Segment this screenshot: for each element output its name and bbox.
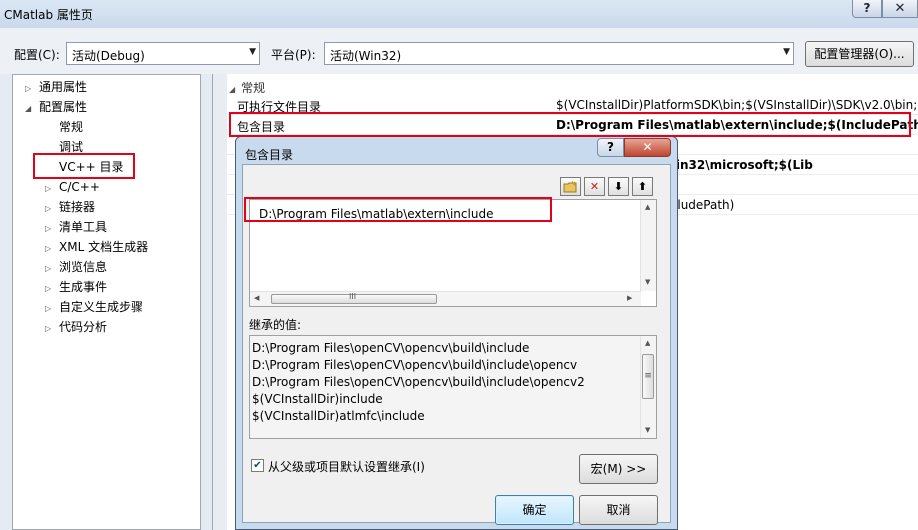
list-item: D:\Program Files\openCV\opencv\build\inc… (252, 341, 530, 355)
tree-item-label: VC++ 目录 (59, 160, 124, 174)
configuration-manager-button[interactable]: 配置管理器(O)... (805, 41, 914, 67)
inherit-checkbox-label[interactable]: 从父级或项目默认设置继承(I) (268, 458, 425, 475)
cancel-button[interactable]: 取消 (579, 495, 658, 525)
tree-item-label: C/C++ (59, 180, 100, 194)
ok-button[interactable]: 确定 (495, 495, 574, 525)
expand-arrow-icon[interactable]: ▷ (45, 220, 59, 238)
property-tree: ▷ 通用属性 ◢ 配置属性 常规 调试 VC++ 目录 ▷ C/C++ ▷ 链接器 ▷ 清… (12, 74, 201, 530)
help-button[interactable]: ? (852, 0, 882, 18)
scrollbar-grip-icon: ≡ (644, 371, 652, 381)
include-dirs-dialog: 包含目录 ? ✕ ✕ ⬇ ⬆ D:\Program Files\matlab\e… (235, 136, 678, 530)
list-item: D:\Program Files\openCV\opencv\build\inc… (252, 358, 578, 372)
dialog-title: 包含目录 (245, 148, 294, 162)
tree-item-label: 调试 (59, 140, 84, 154)
scrollbar-thumb[interactable]: ≡ (642, 354, 654, 399)
folder-new-icon (563, 180, 577, 193)
tree-item-configuration-properties[interactable]: ◢ 配置属性 (25, 98, 87, 118)
scroll-up-icon[interactable]: ▲ (645, 339, 650, 347)
expand-arrow-icon[interactable]: ▷ (25, 80, 39, 98)
edit-list-vertical-scrollbar[interactable]: ▲ ▼ (640, 200, 656, 291)
list-item: D:\Program Files\openCV\opencv\build\inc… (252, 375, 585, 389)
property-value: $(VCInstallDir)PlatformSDK\bin;$(VSInsta… (556, 98, 918, 112)
tree-item-custom-build-step[interactable]: ▷ 自定义生成步骤 (45, 298, 143, 318)
platform-select-value: 活动(Win32) (330, 49, 402, 63)
tree-item-general[interactable]: 常规 (59, 118, 83, 138)
scrollbar-grip-icon: III (349, 292, 357, 301)
tree-item-build-events[interactable]: ▷ 生成事件 (45, 278, 107, 298)
expand-arrow-icon[interactable]: ▷ (45, 260, 59, 278)
move-up-button[interactable]: ⬆ (632, 177, 653, 196)
tree-item-manifest-tool[interactable]: ▷ 清单工具 (45, 218, 107, 238)
tree-item-browse-info[interactable]: ▷ 浏览信息 (45, 258, 107, 278)
property-row-include-dirs[interactable]: 包含目录 D:\Program Files\matlab\extern\incl… (213, 115, 918, 135)
window-title: CMatlab 属性页 (4, 8, 93, 22)
expand-arrow-icon[interactable]: ▷ (45, 300, 59, 318)
chevron-down-icon: ▼ (249, 47, 256, 57)
tree-item-vc-directories[interactable]: VC++ 目录 (59, 158, 124, 178)
expand-arrow-icon[interactable]: ▷ (45, 280, 59, 298)
window-titlebar: CMatlab 属性页 ? ✕ (0, 0, 918, 28)
config-select[interactable]: 活动(Debug) ▼ (66, 42, 260, 65)
tree-item-xml-doc-generator[interactable]: ▷ XML 文档生成器 (45, 238, 148, 258)
property-value: D:\Program Files\matlab\extern\include;$… (556, 118, 918, 132)
edit-list-horizontal-scrollbar[interactable]: ◀ III ▶ (250, 291, 641, 306)
new-line-button[interactable] (560, 177, 581, 196)
inherit-checkbox[interactable]: ✔ (251, 459, 264, 472)
expand-arrow-icon[interactable]: ▷ (45, 320, 59, 338)
platform-select[interactable]: 活动(Win32) ▼ (324, 42, 794, 65)
config-select-value: 活动(Debug) (72, 49, 145, 63)
close-button[interactable]: ✕ (882, 0, 918, 18)
property-category-general[interactable]: ◢ 常规 (229, 79, 265, 96)
scroll-down-icon[interactable]: ▼ (645, 426, 650, 434)
tree-item-label: 链接器 (59, 200, 96, 214)
tree-item-code-analysis[interactable]: ▷ 代码分析 (45, 318, 107, 338)
list-item: $(VCInstallDir)include (252, 392, 383, 406)
delete-line-button[interactable]: ✕ (584, 177, 605, 196)
scroll-up-icon[interactable]: ▲ (645, 203, 650, 211)
list-item: $(VCInstallDir)atlmfc\include (252, 409, 425, 423)
include-dirs-edit-list[interactable]: D:\Program Files\matlab\extern\include ▲… (249, 199, 657, 307)
configuration-bar: 配置(C): 活动(Debug) ▼ 平台(P): 活动(Win32) ▼ 配置… (0, 28, 918, 74)
scroll-down-icon[interactable]: ▼ (645, 278, 650, 286)
tree-item-label: 配置属性 (39, 100, 88, 114)
tree-item-label: 浏览信息 (59, 260, 108, 274)
expand-arrow-icon[interactable]: ▷ (45, 180, 59, 198)
platform-label: 平台(P): (271, 48, 316, 62)
tree-item-label: 通用属性 (39, 80, 88, 94)
expand-arrow-icon[interactable]: ▷ (45, 240, 59, 258)
collapse-arrow-icon[interactable]: ◢ (25, 100, 39, 118)
inherited-list-vertical-scrollbar[interactable]: ▲ ≡ ▼ (640, 336, 656, 438)
tree-item-common-properties[interactable]: ▷ 通用属性 (25, 78, 87, 98)
tree-item-c-cpp[interactable]: ▷ C/C++ (45, 178, 100, 198)
dialog-close-button[interactable]: ✕ (624, 138, 671, 157)
tree-item-label: 自定义生成步骤 (59, 300, 144, 314)
scroll-left-icon[interactable]: ◀ (254, 294, 259, 302)
tree-item-label: XML 文档生成器 (59, 240, 149, 254)
expand-arrow-icon[interactable]: ▷ (45, 200, 59, 218)
inherited-values-label: 继承的值: (249, 318, 302, 332)
move-down-button[interactable]: ⬇ (608, 177, 629, 196)
tree-item-label: 代码分析 (59, 320, 108, 334)
category-label: 常规 (241, 81, 266, 95)
list-item[interactable]: D:\Program Files\matlab\extern\include (259, 207, 493, 221)
config-label: 配置(C): (14, 48, 60, 62)
dialog-help-button[interactable]: ? (597, 138, 624, 157)
chevron-down-icon: ▼ (783, 47, 790, 57)
scroll-right-icon[interactable]: ▶ (627, 294, 632, 302)
tree-item-debugging[interactable]: 调试 (59, 138, 83, 158)
property-name: 可执行文件目录 (237, 100, 322, 114)
scrollbar-thumb[interactable]: III (271, 292, 437, 304)
property-name: 包含目录 (237, 120, 286, 134)
tree-item-label: 生成事件 (59, 280, 108, 294)
dialog-body: ✕ ⬇ ⬆ D:\Program Files\matlab\extern\inc… (242, 164, 671, 525)
inherited-values-list: D:\Program Files\openCV\opencv\build\inc… (249, 335, 657, 439)
tree-item-label: 常规 (59, 120, 84, 134)
macros-button[interactable]: 宏(M) >> (579, 454, 658, 484)
property-row-executable-dirs[interactable]: 可执行文件目录 $(VCInstallDir)PlatformSDK\bin;$… (213, 95, 918, 115)
tree-item-linker[interactable]: ▷ 链接器 (45, 198, 95, 218)
collapse-arrow-icon[interactable]: ◢ (229, 85, 235, 94)
tree-item-label: 清单工具 (59, 220, 108, 234)
